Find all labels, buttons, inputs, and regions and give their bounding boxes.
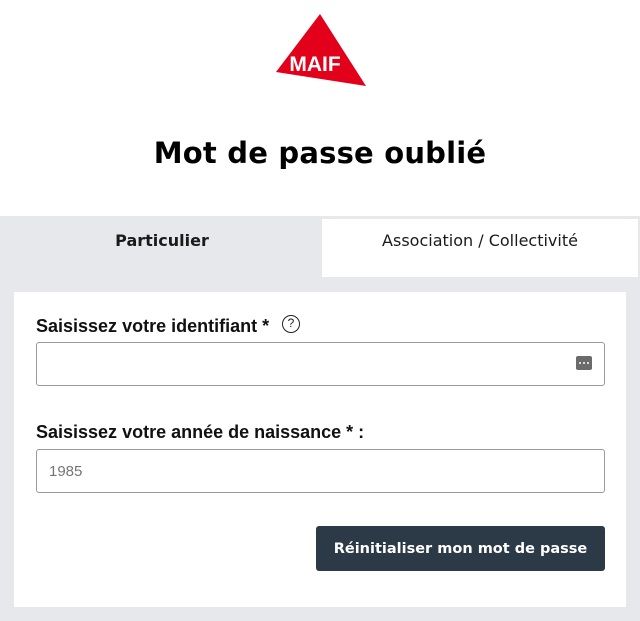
page-title: Mot de passe oublié	[153, 136, 487, 170]
form-panel: Particulier Association / Collectivité S…	[0, 216, 640, 621]
form-card: Saisissez votre identifiant * ? Saisisse…	[14, 292, 626, 607]
password-dots-icon[interactable]	[576, 356, 592, 370]
logo-text: MAIF	[289, 53, 340, 76]
help-icon[interactable]: ?	[282, 315, 300, 333]
annee-naissance-label: Saisissez votre année de naissance * :	[36, 422, 365, 442]
tab-association-collectivite[interactable]: Association / Collectivité	[322, 219, 638, 277]
maif-logo-icon: MAIF	[276, 14, 366, 86]
annee-naissance-input[interactable]	[36, 449, 605, 493]
reset-password-button[interactable]: Réinitialiser mon mot de passe	[316, 526, 605, 571]
maif-logo[interactable]: MAIF	[272, 14, 368, 90]
identifiant-input[interactable]	[36, 342, 605, 386]
tab-bar: Particulier Association / Collectivité	[2, 219, 638, 277]
tab-particulier[interactable]: Particulier	[2, 219, 322, 277]
identifiant-label: Saisissez votre identifiant *	[36, 316, 270, 336]
